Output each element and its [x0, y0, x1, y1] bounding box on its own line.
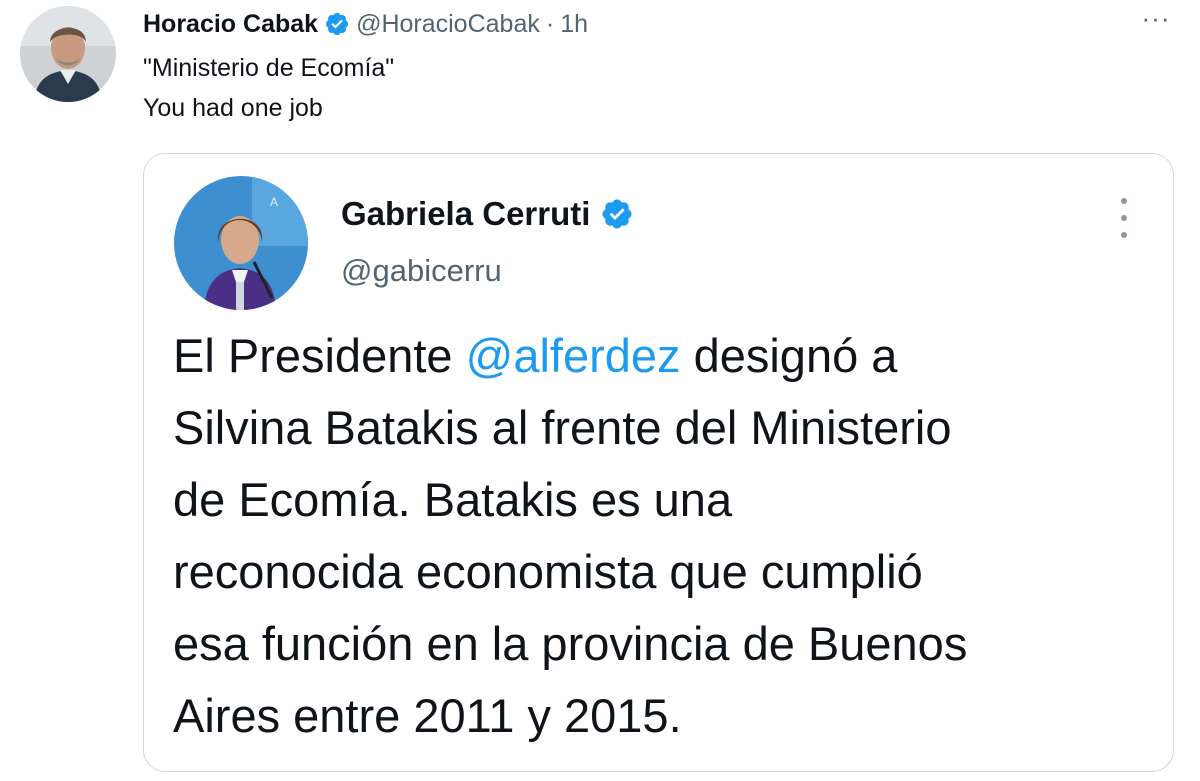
quoted-text-line: de Ecomía. Batakis es una [173, 473, 733, 526]
verified-badge-icon [600, 197, 634, 231]
author-handle[interactable]: @HoracioCabak [356, 10, 540, 39]
avatar-photo-icon [20, 6, 116, 102]
verified-badge-icon [324, 11, 350, 37]
text-segment: El Presidente [173, 329, 466, 382]
dot [1121, 198, 1127, 204]
svg-text:A: A [270, 195, 278, 209]
tweet-text-line: "Ministerio de Ecomía" [143, 54, 395, 82]
author-avatar[interactable] [20, 6, 116, 102]
timestamp[interactable]: 1h [560, 10, 588, 39]
quoted-text-line: Silvina Batakis al frente del Ministerio [173, 401, 952, 454]
dot [1121, 232, 1127, 238]
quoted-author-avatar[interactable]: A [174, 176, 308, 310]
separator: · [545, 9, 555, 38]
dot [1121, 215, 1127, 221]
quoted-text-line: reconocida economista que cumplió [173, 545, 923, 598]
avatar-photo-icon: A [174, 176, 308, 310]
tweet-text-line: You had one job [143, 94, 323, 122]
quoted-text-line: El Presidente @alferdez designó a [173, 320, 1163, 392]
quoted-text-line: Aires entre 2011 y 2015. [173, 689, 682, 742]
mention-link[interactable]: @alferdez [466, 329, 681, 382]
text-segment: designó a [680, 329, 898, 382]
quoted-author-handle[interactable]: @gabicerru [341, 253, 502, 289]
quoted-author-name[interactable]: Gabriela Cerruti [341, 195, 590, 233]
quoted-tweet-text: El Presidente @alferdez designó a Silvin… [173, 320, 1163, 752]
tweet-header: Horacio Cabak @HoracioCabak · 1h [143, 8, 588, 40]
more-options-icon[interactable]: ··· [1136, 5, 1176, 36]
quoted-author-name-row: Gabriela Cerruti [341, 192, 634, 236]
quoted-text-line: esa función en la provincia de Buenos [173, 617, 968, 670]
more-options-vertical-icon[interactable] [1110, 198, 1138, 238]
author-name[interactable]: Horacio Cabak [143, 10, 318, 39]
